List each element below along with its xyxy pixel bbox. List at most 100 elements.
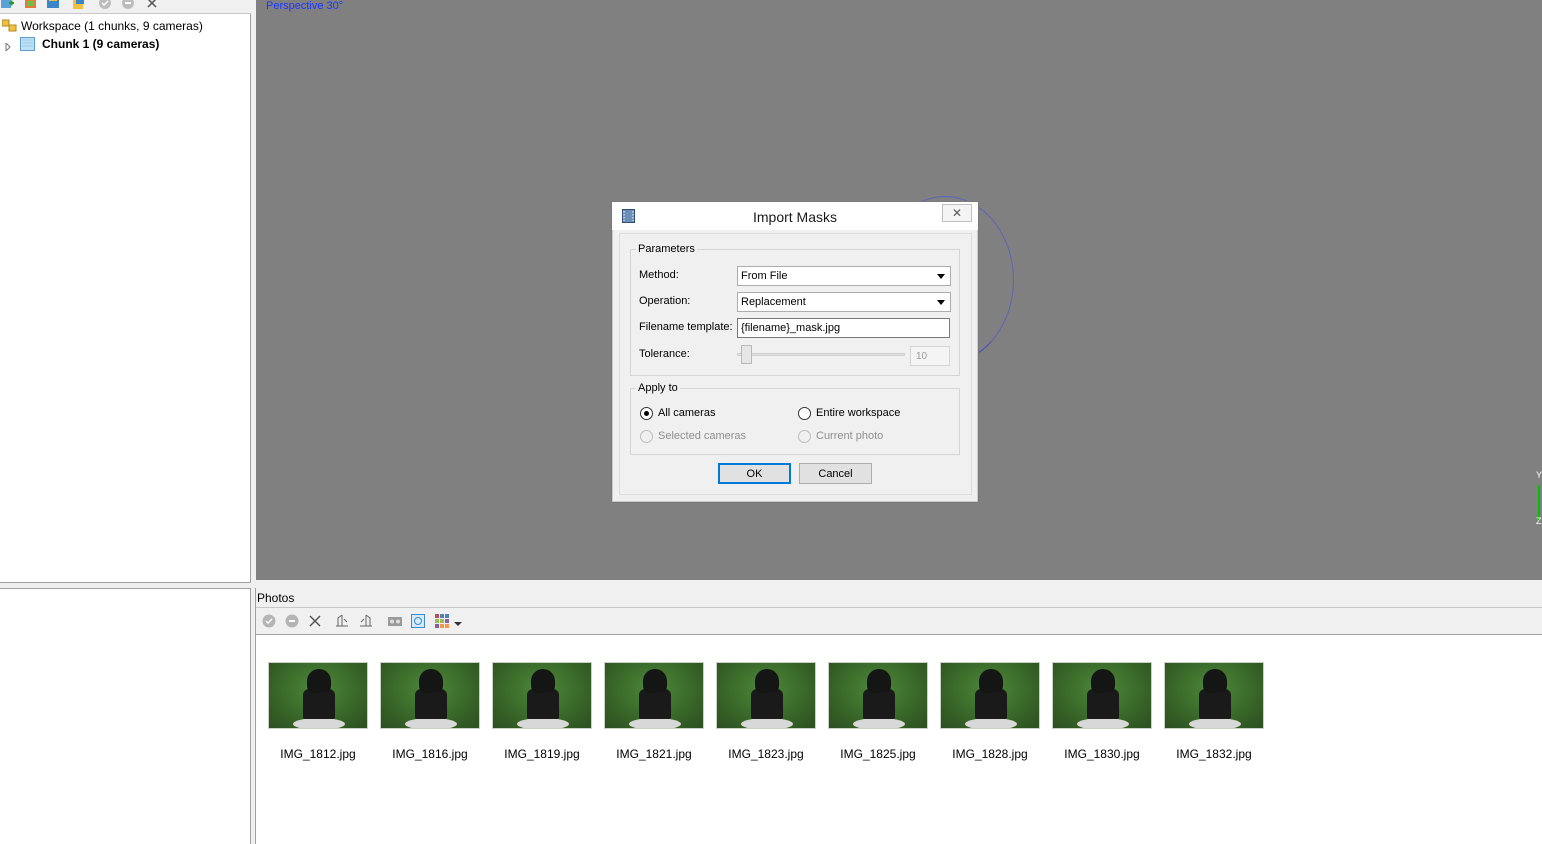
import-masks-dialog: Import Masks ✕ Parameters Method: From F… <box>611 201 979 503</box>
thumbnail-image-part <box>741 718 793 728</box>
add-folder-icon[interactable] <box>46 0 60 10</box>
thumbnail-image-part <box>405 718 457 728</box>
dropdown-arrow-icon <box>937 274 945 279</box>
projection-label: Perspective 30° <box>266 0 344 12</box>
photo-thumbnail[interactable] <box>828 662 928 729</box>
thumbnail-image-part <box>307 669 331 693</box>
workspace-toolbar <box>0 0 251 14</box>
apply-to-group <box>630 388 960 455</box>
parameters-group-title: Parameters <box>636 243 697 255</box>
photo-thumbnail[interactable] <box>604 662 704 729</box>
thumbnail-image-part <box>863 689 895 719</box>
thumbnail-image-part <box>975 689 1007 719</box>
photo-thumbnail[interactable] <box>716 662 816 729</box>
cancel-button[interactable]: Cancel <box>799 463 872 484</box>
photo-thumbnail[interactable] <box>268 662 368 729</box>
thumbnail-image-part <box>419 669 443 693</box>
thumbnail-image-part <box>965 718 1017 728</box>
dialog-title: Import Masks <box>752 209 837 225</box>
close-icon: ✕ <box>951 206 963 220</box>
workspace-label: Workspace (1 chunks, 9 cameras) <box>21 19 203 33</box>
current-photo-radio <box>798 430 811 443</box>
entire-workspace-label[interactable]: Entire workspace <box>816 407 900 419</box>
thumbnail-image-part <box>639 689 671 719</box>
camera-calibration-icon[interactable] <box>387 613 403 629</box>
photo-filename: IMG_1828.jpg <box>952 747 1028 761</box>
photos-pane-title: Photos <box>256 588 1542 608</box>
thumbnail-image-part <box>531 669 555 693</box>
photo-filename: IMG_1832.jpg <box>1176 747 1252 761</box>
tolerance-label: Tolerance: <box>639 348 690 360</box>
photo-thumbnail[interactable] <box>1052 662 1152 729</box>
filename-template-input[interactable]: {filename}_mask.jpg <box>737 318 950 338</box>
expand-arrow-icon[interactable] <box>4 40 12 53</box>
tree-item-workspace[interactable]: Workspace (1 chunks, 9 cameras) <box>0 17 203 35</box>
photo-thumbnail[interactable] <box>940 662 1040 729</box>
method-label: Method: <box>639 269 679 281</box>
photo-filename: IMG_1812.jpg <box>280 747 356 761</box>
selected-cameras-label: Selected cameras <box>658 430 747 442</box>
filename-template-label: Filename template: <box>639 321 733 333</box>
tolerance-slider-handle[interactable] <box>741 345 752 364</box>
add-photos-icon[interactable] <box>24 0 38 10</box>
thumbnail-image-part <box>1189 718 1241 728</box>
photo-filename: IMG_1830.jpg <box>1064 747 1140 761</box>
apply-to-group-title: Apply to <box>636 382 680 394</box>
tolerance-value: 10 <box>916 351 928 362</box>
disable-photos-icon[interactable] <box>284 613 300 629</box>
axis-y-label: Y <box>1536 470 1542 480</box>
radio-selected-dot <box>644 411 649 416</box>
thumbnail-image-part <box>629 718 681 728</box>
thumbnail-image-part <box>517 718 569 728</box>
entire-workspace-radio[interactable] <box>798 407 811 420</box>
thumbnail-image-part <box>303 689 335 719</box>
tree-item-chunk-1[interactable]: Chunk 1 (9 cameras) <box>0 35 159 53</box>
view-mode-icon[interactable] <box>410 613 426 629</box>
photos-pane: Photos IMG_1812.jpgIMG_1816.jpgIMG_181 <box>255 588 1542 844</box>
all-cameras-radio[interactable] <box>640 407 653 420</box>
rotate-right-icon[interactable] <box>358 613 374 629</box>
enable-photos-icon[interactable] <box>261 613 277 629</box>
remove-icon[interactable] <box>145 0 159 10</box>
rotate-left-icon[interactable] <box>334 613 350 629</box>
merge-chunks-icon[interactable] <box>72 0 86 10</box>
photo-filename: IMG_1816.jpg <box>392 747 468 761</box>
thumbnail-image-part <box>755 669 779 693</box>
axis-z-label: Z <box>1536 516 1542 526</box>
thumbnail-image-part <box>415 689 447 719</box>
workspace-icon <box>1 19 18 33</box>
photo-thumbnail[interactable] <box>492 662 592 729</box>
tolerance-slider-track[interactable] <box>737 353 905 356</box>
thumbnail-image-part <box>979 669 1003 693</box>
tolerance-spinbox[interactable]: 10 <box>910 346 950 366</box>
remove-photos-icon[interactable] <box>307 613 323 629</box>
thumbnail-image-part <box>751 689 783 719</box>
thumbnail-image-part <box>1087 689 1119 719</box>
thumbnail-image-part <box>1199 689 1231 719</box>
chevron-down-icon[interactable] <box>453 617 469 633</box>
thumbnail-image-part <box>293 718 345 728</box>
operation-label: Operation: <box>639 295 691 307</box>
photo-thumbnail[interactable] <box>1164 662 1264 729</box>
photos-toolbar <box>256 608 1542 635</box>
photo-thumbnail[interactable] <box>380 662 480 729</box>
thumbnail-image-part <box>1091 669 1115 693</box>
close-button[interactable]: ✕ <box>942 204 972 222</box>
add-chunk-icon[interactable] <box>0 0 14 10</box>
dialog-title-bar[interactable]: Import Masks ✕ <box>612 202 978 230</box>
thumbnail-image-part <box>1077 718 1129 728</box>
thumbnail-grid-icon[interactable] <box>434 613 450 629</box>
method-dropdown[interactable]: From File <box>737 266 951 286</box>
thumbnail-image-part <box>867 669 891 693</box>
ok-button[interactable]: OK <box>718 463 791 484</box>
photo-filename: IMG_1819.jpg <box>504 747 580 761</box>
properties-panel <box>0 588 251 844</box>
selected-cameras-radio <box>640 430 653 443</box>
disable-cameras-icon[interactable] <box>121 0 135 10</box>
operation-dropdown[interactable]: Replacement <box>737 292 951 312</box>
thumbnail-image-part <box>527 689 559 719</box>
operation-value: Replacement <box>741 296 806 308</box>
chunk-icon <box>20 37 36 51</box>
all-cameras-label[interactable]: All cameras <box>658 407 715 419</box>
enable-cameras-icon[interactable] <box>98 0 112 10</box>
